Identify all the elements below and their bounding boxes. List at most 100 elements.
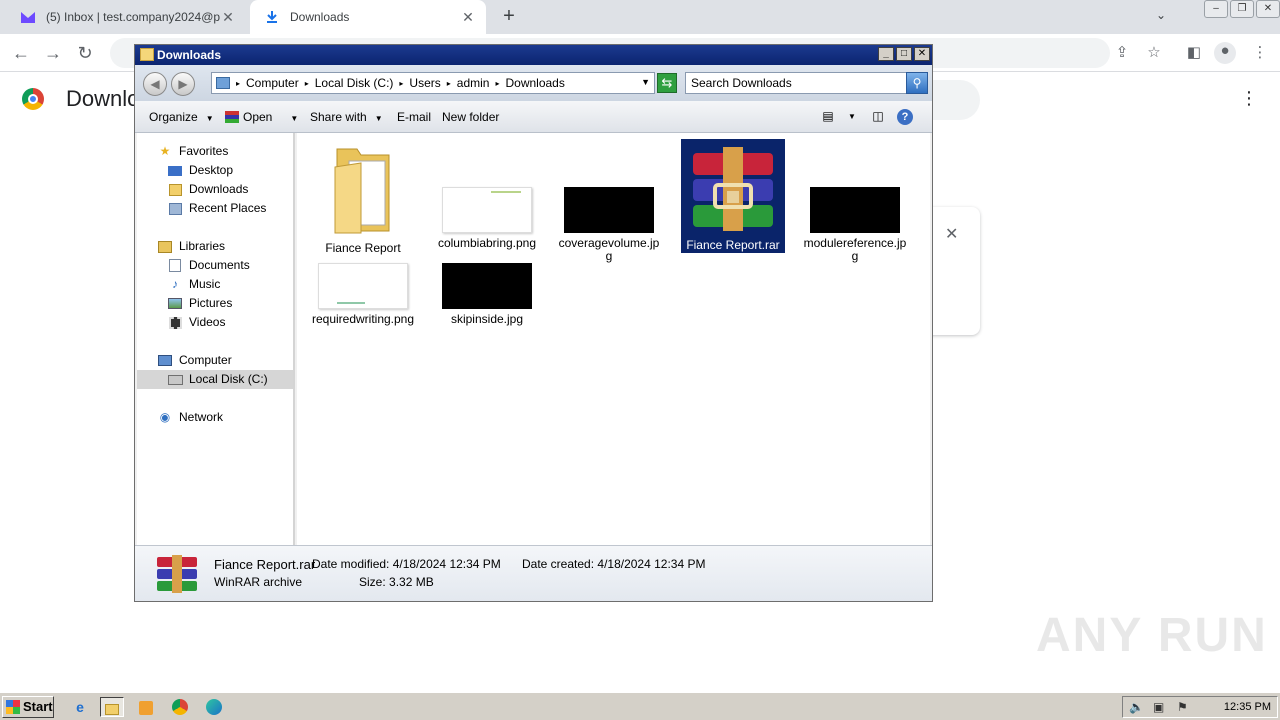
restore-button[interactable]: ❐: [1230, 0, 1254, 18]
nav-documents[interactable]: Documents: [137, 256, 293, 275]
reload-icon[interactable]: ↻: [74, 42, 96, 64]
file-item-folder[interactable]: Fiance Report: [311, 139, 415, 255]
nav-local-disk[interactable]: Local Disk (C:): [137, 370, 293, 389]
computer-icon: [157, 354, 173, 368]
file-item-rar[interactable]: Fiance Report.rar: [681, 139, 785, 253]
file-item-image[interactable]: requiredwriting.png: [311, 263, 415, 326]
nav-desktop[interactable]: Desktop: [137, 161, 293, 180]
winrar-archive-icon: [687, 143, 779, 235]
breadcrumb-item[interactable]: Local Disk (C:): [315, 76, 394, 90]
windows-logo-icon: [6, 700, 20, 714]
profile-icon[interactable]: ●: [1214, 42, 1236, 64]
network-status-icon[interactable]: ▣: [1153, 700, 1164, 714]
refresh-icon[interactable]: ⇆: [657, 73, 677, 93]
search-input[interactable]: Search Downloads: [685, 72, 907, 94]
explorer-window: Downloads _ □ ✕ ◀ ▶ ▸ Computer ▸ Local D…: [134, 44, 933, 602]
view-options-icon[interactable]: ▤: [819, 109, 837, 125]
nav-downloads[interactable]: Downloads: [137, 180, 293, 199]
tab-title: (5) Inbox | test.company2024@prot: [46, 10, 220, 24]
close-button[interactable]: ✕: [914, 47, 930, 61]
explorer-taskbar-button[interactable]: [100, 697, 124, 717]
close-icon[interactable]: ✕: [945, 224, 958, 244]
file-name: coveragevolume.jpg: [558, 236, 660, 263]
search-icon[interactable]: ⚲: [906, 72, 928, 94]
network-icon: ◉: [159, 410, 171, 424]
menu-icon[interactable]: ⋮: [1250, 43, 1270, 63]
nav-favorites[interactable]: ★ Favorites: [137, 142, 293, 161]
chevron-down-icon[interactable]: ▼: [843, 112, 861, 128]
new-folder-button[interactable]: New folder: [442, 110, 499, 124]
nav-videos[interactable]: Videos: [137, 313, 293, 332]
media-player-icon[interactable]: [134, 697, 158, 717]
tab-downloads[interactable]: Downloads ✕: [250, 0, 486, 34]
organize-button[interactable]: Organize ▼: [149, 110, 214, 124]
system-tray: 🔈 ▣ ⚑ 12:35 PM: [1122, 696, 1278, 718]
explorer-title-bar[interactable]: Downloads _ □ ✕: [135, 45, 932, 65]
videos-icon: [167, 316, 183, 330]
volume-icon[interactable]: 🔈: [1129, 700, 1144, 714]
breadcrumb-item[interactable]: admin: [457, 76, 490, 90]
back-button[interactable]: ◀: [143, 72, 167, 96]
maximize-button[interactable]: □: [896, 47, 912, 61]
winrar-icon: [225, 111, 239, 123]
help-icon[interactable]: ?: [897, 109, 913, 125]
nav-libraries[interactable]: Libraries: [137, 237, 293, 256]
start-button[interactable]: Start: [2, 696, 54, 718]
minimize-button[interactable]: _: [878, 47, 894, 61]
file-name: requiredwriting.png: [311, 312, 415, 326]
recent-places-icon: [167, 202, 183, 216]
open-button[interactable]: Open ▼: [225, 110, 298, 124]
image-thumbnail: [318, 263, 408, 309]
edge-icon[interactable]: [202, 697, 226, 717]
new-tab-button[interactable]: +: [498, 6, 520, 28]
breadcrumb[interactable]: ▸ Computer ▸ Local Disk (C:) ▸ Users ▸ a…: [211, 72, 655, 94]
clock[interactable]: 12:35 PM: [1224, 701, 1271, 713]
nav-computer[interactable]: Computer: [137, 351, 293, 370]
star-icon[interactable]: ☆: [1144, 43, 1164, 63]
preview-pane-icon[interactable]: ◫: [869, 109, 887, 125]
share-with-button[interactable]: Share with ▼: [310, 110, 383, 124]
side-panel-icon[interactable]: ◧: [1184, 43, 1204, 63]
documents-icon: [167, 259, 183, 273]
detail-created: Date created: 4/18/2024 12:34 PM: [522, 557, 706, 571]
dropdown-arrow-icon[interactable]: ▼: [641, 77, 650, 87]
file-item-image[interactable]: columbiabring.png: [435, 139, 539, 250]
breadcrumb-item[interactable]: Computer: [246, 76, 299, 90]
nav-music[interactable]: ♪ Music: [137, 275, 293, 294]
libraries-icon: [157, 240, 173, 254]
desktop-icon: [167, 164, 183, 178]
file-name: Fiance Report.rar: [686, 238, 780, 252]
file-item-image[interactable]: coveragevolume.jpg: [557, 139, 661, 263]
detail-file-name: Fiance Report.rar: [214, 557, 316, 572]
close-icon[interactable]: ✕: [220, 9, 236, 26]
share-icon[interactable]: ⇪: [1112, 43, 1132, 63]
email-button[interactable]: E-mail: [397, 110, 431, 124]
file-item-image[interactable]: modulereference.jpg: [803, 139, 907, 263]
tab-inbox[interactable]: (5) Inbox | test.company2024@prot ✕: [6, 0, 246, 34]
nav-network[interactable]: ◉ Network: [137, 408, 293, 427]
image-thumbnail: [442, 263, 532, 309]
command-bar: Organize ▼ Open ▼ Share with ▼ E-mail New f…: [135, 101, 932, 133]
image-thumbnail: [810, 187, 900, 233]
close-button[interactable]: ✕: [1256, 0, 1280, 18]
star-icon: ★: [159, 144, 171, 158]
chrome-icon[interactable]: [168, 697, 192, 717]
image-thumbnail: [564, 187, 654, 233]
forward-button[interactable]: ▶: [171, 72, 195, 96]
folder-icon: [105, 704, 119, 715]
taskbar: Start e 🔈 ▣ ⚑ 12:35 PM: [0, 692, 1280, 720]
action-center-flag-icon[interactable]: ⚑: [1177, 700, 1188, 714]
nav-recent-places[interactable]: Recent Places: [137, 199, 293, 218]
pictures-icon: [167, 297, 183, 311]
forward-arrow-icon[interactable]: →: [42, 42, 64, 64]
file-item-image[interactable]: skipinside.jpg: [435, 263, 539, 326]
back-arrow-icon[interactable]: ←: [10, 42, 32, 64]
close-icon[interactable]: ✕: [460, 9, 476, 26]
chevron-down-icon[interactable]: ⌄: [1152, 8, 1170, 26]
nav-pictures[interactable]: Pictures: [137, 294, 293, 313]
breadcrumb-item[interactable]: Users: [409, 76, 440, 90]
more-options-icon[interactable]: ⋮: [1240, 88, 1258, 109]
internet-explorer-icon[interactable]: e: [68, 697, 92, 717]
minimize-button[interactable]: –: [1204, 0, 1228, 18]
breadcrumb-item[interactable]: Downloads: [505, 76, 564, 90]
